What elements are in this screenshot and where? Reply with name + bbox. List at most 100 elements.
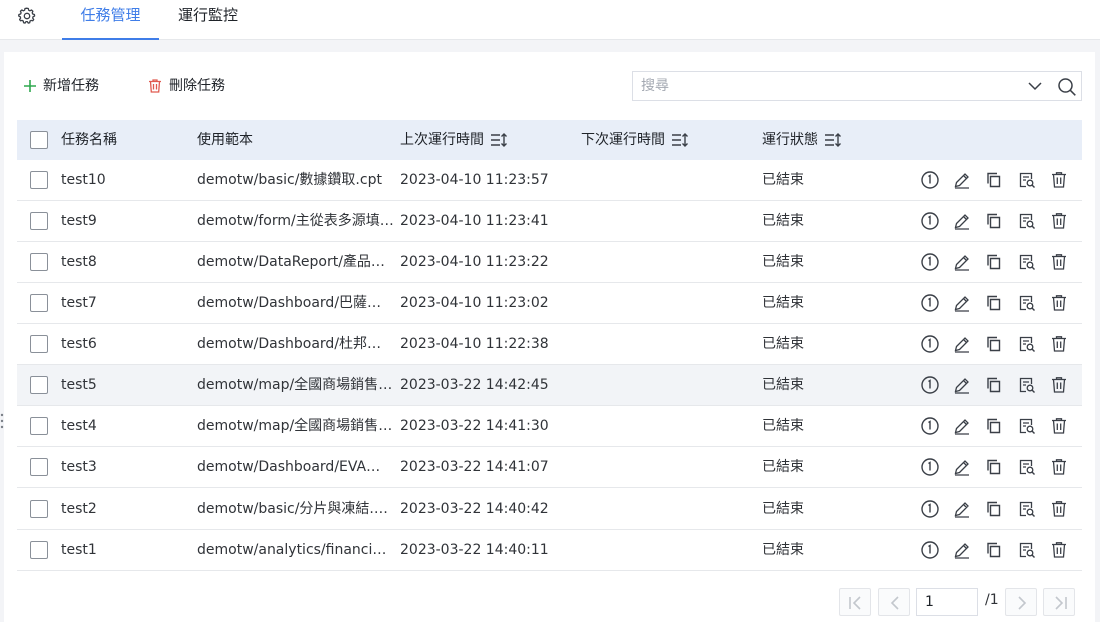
row-checkbox[interactable] bbox=[30, 500, 48, 518]
view-log-icon[interactable] bbox=[1017, 540, 1037, 560]
row-checkbox[interactable] bbox=[30, 376, 48, 394]
page-number-input[interactable] bbox=[916, 588, 978, 616]
edit-icon[interactable] bbox=[952, 293, 972, 313]
copy-icon[interactable] bbox=[984, 416, 1004, 436]
status-cell: 已結束 bbox=[762, 418, 804, 434]
copy-icon[interactable] bbox=[984, 375, 1004, 395]
sort-icon[interactable] bbox=[490, 132, 508, 148]
last-run-cell: 2023-04-10 11:23:41 bbox=[400, 213, 549, 229]
select-all-checkbox[interactable] bbox=[30, 131, 48, 149]
status-cell: 已結束 bbox=[762, 377, 804, 393]
run-once-icon[interactable] bbox=[920, 334, 940, 354]
run-once-icon[interactable] bbox=[920, 293, 940, 313]
view-log-icon[interactable] bbox=[1017, 252, 1037, 272]
status-cell: 已結束 bbox=[762, 501, 804, 517]
tab-run-monitoring[interactable]: 運行監控 bbox=[178, 0, 238, 40]
edit-icon[interactable] bbox=[952, 416, 972, 436]
table-row[interactable]: test10 demotw/basic/數據鑽取.cpt 2023-04-10 11… bbox=[17, 160, 1082, 201]
tab-task-management[interactable]: 任務管理 bbox=[62, 0, 159, 40]
run-once-icon[interactable] bbox=[920, 457, 940, 477]
delete-icon[interactable] bbox=[1049, 540, 1069, 560]
copy-icon[interactable] bbox=[984, 170, 1004, 190]
delete-icon[interactable] bbox=[1049, 416, 1069, 436]
copy-icon[interactable] bbox=[984, 540, 1004, 560]
prev-page-button[interactable] bbox=[878, 588, 910, 616]
table-row[interactable]: test3 demotw/Dashboard/EVA經濟附加值.frm 2023-0… bbox=[17, 447, 1082, 488]
view-log-icon[interactable] bbox=[1017, 211, 1037, 231]
view-log-icon[interactable] bbox=[1017, 293, 1037, 313]
first-page-button[interactable] bbox=[839, 588, 871, 616]
run-once-icon[interactable] bbox=[920, 540, 940, 560]
table-row[interactable]: test7 demotw/Dashboard/巴薩利亞分析.frm 2023-04-… bbox=[17, 283, 1082, 324]
view-log-icon[interactable] bbox=[1017, 416, 1037, 436]
copy-icon[interactable] bbox=[984, 252, 1004, 272]
edit-icon[interactable] bbox=[952, 457, 972, 477]
table-row[interactable]: test2 demotw/basic/分片與凍結.cpt 2023-03-22 14… bbox=[17, 489, 1082, 530]
drag-handle-icon[interactable] bbox=[0, 412, 4, 430]
search-icon[interactable] bbox=[1057, 77, 1077, 97]
run-once-icon[interactable] bbox=[920, 252, 940, 272]
delete-icon[interactable] bbox=[1049, 293, 1069, 313]
copy-icon[interactable] bbox=[984, 499, 1004, 519]
row-checkbox[interactable] bbox=[30, 417, 48, 435]
edit-icon[interactable] bbox=[952, 252, 972, 272]
edit-icon[interactable] bbox=[952, 334, 972, 354]
view-log-icon[interactable] bbox=[1017, 334, 1037, 354]
table-row[interactable]: test9 demotw/form/主從表多源填報.frm 2023-04-10 1… bbox=[17, 201, 1082, 242]
column-header-status[interactable]: 運行狀態 bbox=[762, 120, 842, 160]
delete-icon[interactable] bbox=[1049, 457, 1069, 477]
last-page-button[interactable] bbox=[1043, 588, 1075, 616]
delete-icon[interactable] bbox=[1049, 375, 1069, 395]
run-once-icon[interactable] bbox=[920, 375, 940, 395]
row-checkbox[interactable] bbox=[30, 212, 48, 230]
copy-icon[interactable] bbox=[984, 334, 1004, 354]
status-cell: 已結束 bbox=[762, 295, 804, 311]
table-header: 任務名稱 使用範本 上次運行時間 下次運行時間 運行狀態 bbox=[17, 120, 1082, 160]
row-checkbox[interactable] bbox=[30, 253, 48, 271]
row-checkbox[interactable] bbox=[30, 335, 48, 353]
run-once-icon[interactable] bbox=[920, 416, 940, 436]
run-once-icon[interactable] bbox=[920, 170, 940, 190]
table-row[interactable]: test6 demotw/Dashboard/杜邦分析.frm 2023-04-10… bbox=[17, 324, 1082, 365]
row-checkbox[interactable] bbox=[30, 171, 48, 189]
settings-gear-icon[interactable] bbox=[17, 6, 37, 26]
column-header-last-run[interactable]: 上次運行時間 bbox=[400, 120, 508, 160]
view-log-icon[interactable] bbox=[1017, 457, 1037, 477]
view-log-icon[interactable] bbox=[1017, 170, 1037, 190]
table-row[interactable]: test8 demotw/DataReport/產品月報.cpt 2023-04-1… bbox=[17, 242, 1082, 283]
edit-icon[interactable] bbox=[952, 211, 972, 231]
edit-icon[interactable] bbox=[952, 499, 972, 519]
view-log-icon[interactable] bbox=[1017, 375, 1037, 395]
delete-icon[interactable] bbox=[1049, 334, 1069, 354]
row-checkbox[interactable] bbox=[30, 294, 48, 312]
table-row[interactable]: test1 demotw/analytics/financial/利潤分析.cpt… bbox=[17, 530, 1082, 571]
copy-icon[interactable] bbox=[984, 293, 1004, 313]
last-run-cell: 2023-04-10 11:23:57 bbox=[400, 172, 549, 188]
view-log-icon[interactable] bbox=[1017, 499, 1037, 519]
delete-icon[interactable] bbox=[1049, 499, 1069, 519]
add-task-button[interactable]: 新增任務 bbox=[23, 72, 99, 100]
run-once-icon[interactable] bbox=[920, 211, 940, 231]
edit-icon[interactable] bbox=[952, 375, 972, 395]
copy-icon[interactable] bbox=[984, 211, 1004, 231]
search-input[interactable] bbox=[633, 72, 1013, 100]
table-row[interactable]: test5 demotw/map/全國商場銷售分析.frm 2023-03-22 1… bbox=[17, 365, 1082, 406]
edit-icon[interactable] bbox=[952, 170, 972, 190]
delete-icon[interactable] bbox=[1049, 170, 1069, 190]
sort-icon[interactable] bbox=[671, 132, 689, 148]
edit-icon[interactable] bbox=[952, 540, 972, 560]
status-cell: 已結束 bbox=[762, 254, 804, 270]
delete-task-button[interactable]: 刪除任務 bbox=[147, 72, 225, 100]
next-page-button[interactable] bbox=[1005, 588, 1037, 616]
sort-icon[interactable] bbox=[824, 132, 842, 148]
delete-icon[interactable] bbox=[1049, 252, 1069, 272]
column-header-task-name: 任務名稱 bbox=[61, 132, 117, 148]
run-once-icon[interactable] bbox=[920, 499, 940, 519]
table-row[interactable]: test4 demotw/map/全國商場銷售地圖.frm 2023-03-22 1… bbox=[17, 406, 1082, 447]
chevron-down-icon[interactable] bbox=[1027, 78, 1043, 94]
copy-icon[interactable] bbox=[984, 457, 1004, 477]
row-checkbox[interactable] bbox=[30, 541, 48, 559]
column-header-next-run[interactable]: 下次運行時間 bbox=[581, 120, 689, 160]
row-checkbox[interactable] bbox=[30, 458, 48, 476]
delete-icon[interactable] bbox=[1049, 211, 1069, 231]
